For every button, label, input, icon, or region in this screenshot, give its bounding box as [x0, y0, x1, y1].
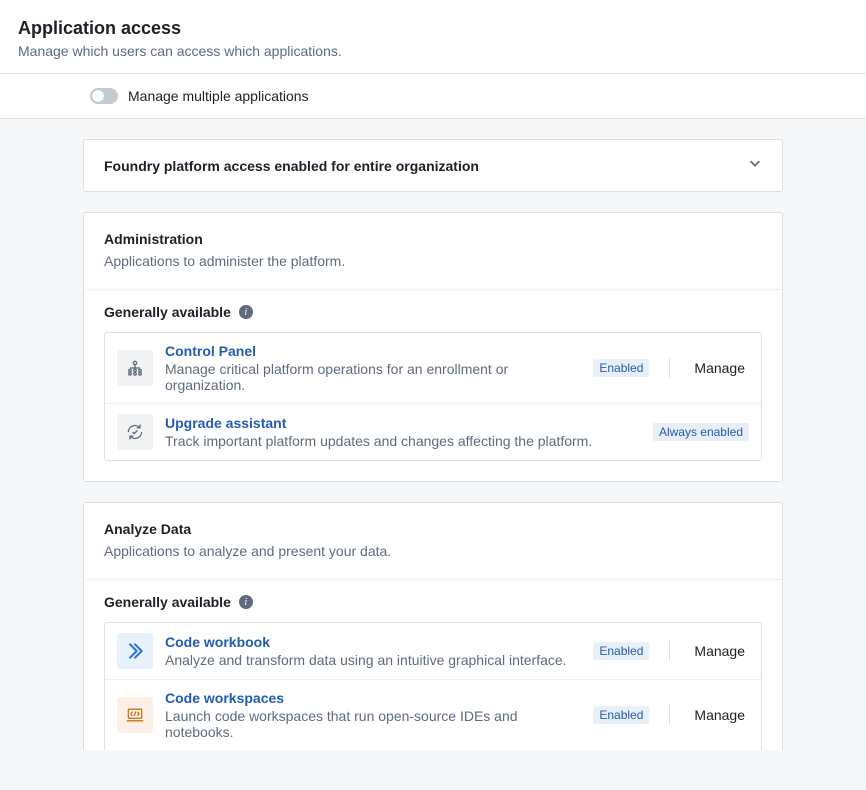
chevron-down-icon: [748, 156, 762, 175]
section-analyze-data: Analyze Data Applications to analyze and…: [83, 502, 783, 750]
app-row-code-workbook: Code workbook Analyze and transform data…: [105, 623, 761, 679]
app-list: Code workbook Analyze and transform data…: [104, 622, 762, 750]
control-panel-icon: [117, 350, 153, 386]
app-description: Launch code workspaces that run open-sou…: [165, 708, 581, 740]
section-title: Analyze Data: [104, 521, 762, 537]
status-badge: Always enabled: [653, 423, 749, 441]
section-subtitle: Applications to administer the platform.: [104, 253, 762, 269]
info-icon[interactable]: i: [239, 305, 253, 319]
app-name-link[interactable]: Upgrade assistant: [165, 415, 641, 431]
platform-access-banner[interactable]: Foundry platform access enabled for enti…: [83, 139, 783, 192]
app-name-link[interactable]: Code workspaces: [165, 690, 581, 706]
app-name-link[interactable]: Control Panel: [165, 343, 581, 359]
section-administration: Administration Applications to administe…: [83, 212, 783, 482]
status-badge: Enabled: [593, 642, 649, 660]
divider: [669, 641, 670, 661]
upgrade-assistant-icon: [117, 414, 153, 450]
section-subtitle: Applications to analyze and present your…: [104, 543, 762, 559]
info-icon[interactable]: i: [239, 595, 253, 609]
app-row-upgrade-assistant: Upgrade assistant Track important platfo…: [105, 403, 761, 460]
manage-multiple-label: Manage multiple applications: [128, 88, 309, 104]
banner-text: Foundry platform access enabled for enti…: [104, 158, 479, 174]
status-badge: Enabled: [593, 706, 649, 724]
content-area: Foundry platform access enabled for enti…: [0, 119, 866, 790]
code-workspaces-icon: [117, 697, 153, 733]
generally-available-label: Generally available: [104, 594, 231, 610]
divider: [669, 705, 670, 725]
page-title: Application access: [18, 18, 848, 39]
page-header: Application access Manage which users ca…: [0, 0, 866, 74]
app-description: Analyze and transform data using an intu…: [165, 652, 581, 668]
page-subtitle: Manage which users can access which appl…: [18, 43, 848, 59]
status-badge: Enabled: [593, 359, 649, 377]
manage-button[interactable]: Manage: [690, 356, 749, 380]
manage-button[interactable]: Manage: [690, 703, 749, 727]
manage-multiple-toggle-row: Manage multiple applications: [0, 74, 866, 119]
manage-multiple-toggle[interactable]: [90, 88, 118, 104]
app-description: Track important platform updates and cha…: [165, 433, 641, 449]
divider: [669, 358, 670, 378]
app-list: Control Panel Manage critical platform o…: [104, 332, 762, 461]
app-row-code-workspaces: Code workspaces Launch code workspaces t…: [105, 679, 761, 750]
section-title: Administration: [104, 231, 762, 247]
code-workbook-icon: [117, 633, 153, 669]
app-description: Manage critical platform operations for …: [165, 361, 581, 393]
app-name-link[interactable]: Code workbook: [165, 634, 581, 650]
app-row-control-panel: Control Panel Manage critical platform o…: [105, 333, 761, 403]
manage-button[interactable]: Manage: [690, 639, 749, 663]
generally-available-label: Generally available: [104, 304, 231, 320]
